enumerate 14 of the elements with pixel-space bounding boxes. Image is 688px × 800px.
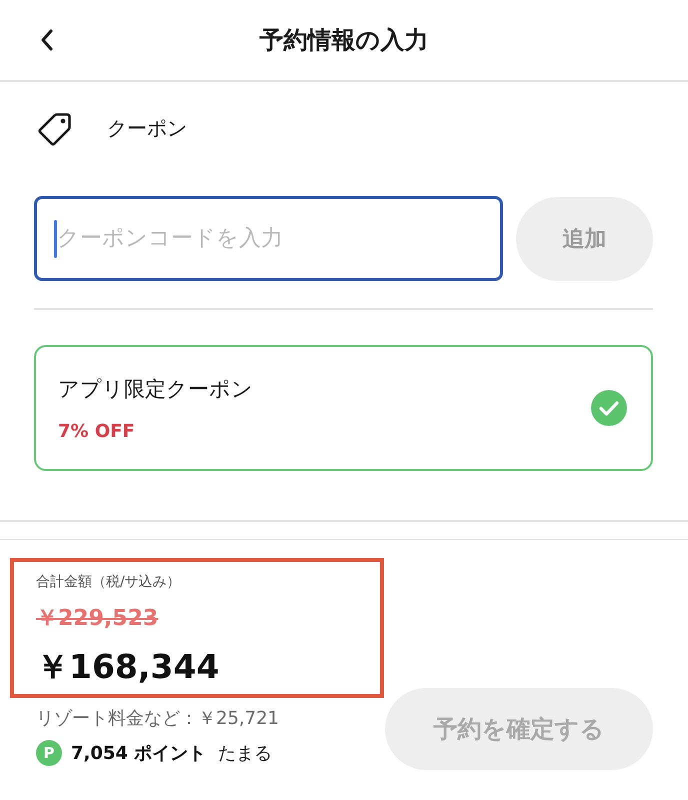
total-price: ￥168,344 <box>36 646 220 688</box>
coupon-name: アプリ限定クーポン <box>58 376 253 402</box>
coupon-discount: 7% OFF <box>58 420 135 442</box>
points-suffix: たまる <box>218 742 272 765</box>
total-label: 合計金額（税/サ込み） <box>36 573 181 591</box>
text-cursor-icon <box>54 220 57 258</box>
coupon-code-field[interactable]: クーポンコードを入力 <box>34 196 503 281</box>
resort-fee-text: リゾート料金など：￥25,721 <box>36 707 279 730</box>
coupon-card[interactable]: アプリ限定クーポン 7% OFF <box>34 345 653 471</box>
points-badge: P <box>36 740 62 766</box>
original-price: ￥229,523 <box>36 605 158 633</box>
section-label: クーポン <box>107 114 187 142</box>
points-amount: 7,054 ポイント <box>71 742 206 765</box>
page-title: 予約情報の入力 <box>260 25 428 56</box>
